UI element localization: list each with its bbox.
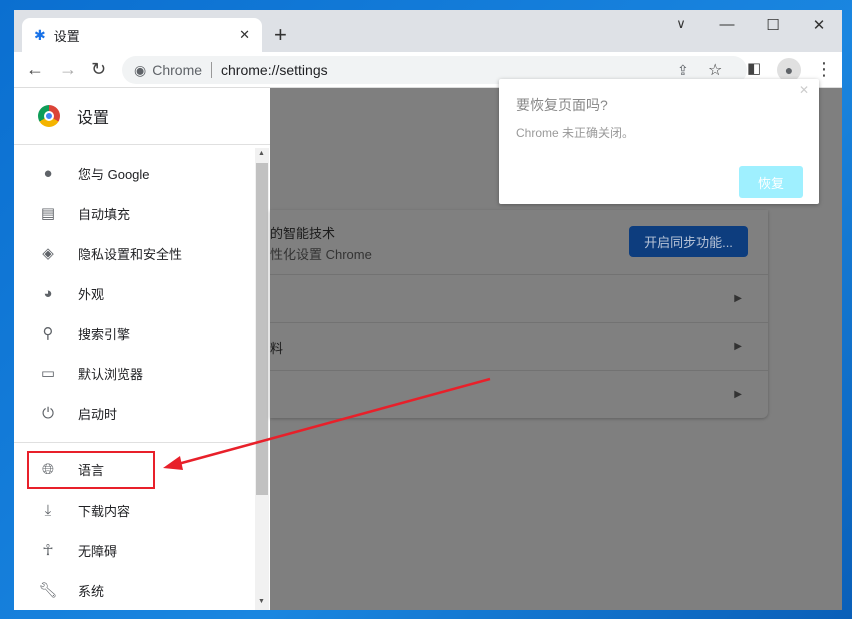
annotation-arrow bbox=[163, 377, 491, 470]
annotation-arrow-head bbox=[163, 456, 183, 470]
annotation-arrow-line bbox=[177, 377, 491, 466]
